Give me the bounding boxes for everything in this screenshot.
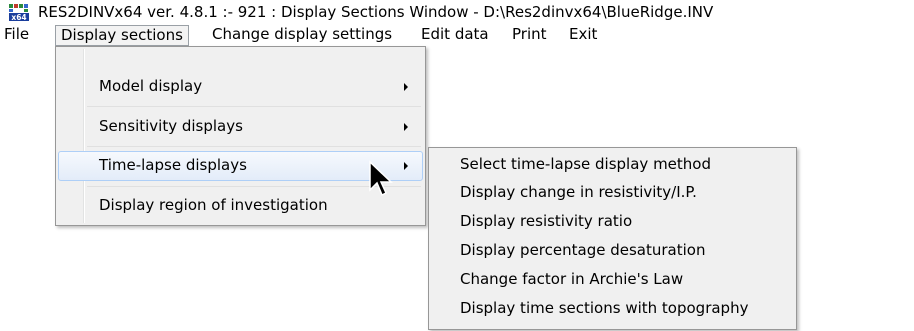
submenu-arrow-icon xyxy=(404,123,408,131)
mouse-cursor-icon xyxy=(369,160,393,197)
window-title: RES2DINVx64 ver. 4.8.1 :- 921 : Display … xyxy=(38,3,714,21)
menu-change-display-settings[interactable]: Change display settings xyxy=(212,25,392,46)
submenu-item-select-time-lapse-display-method[interactable]: Select time-lapse display method xyxy=(460,155,711,181)
submenu-item-display-percentage-desaturation[interactable]: Display percentage desaturation xyxy=(460,241,705,267)
menu-item-model-display[interactable]: Model display xyxy=(58,72,423,102)
submenu-arrow-icon xyxy=(404,83,408,91)
menu-separator xyxy=(87,146,421,147)
menu-print[interactable]: Print xyxy=(512,25,547,46)
menu-exit[interactable]: Exit xyxy=(569,25,597,46)
submenu-item-display-resistivity-ratio[interactable]: Display resistivity ratio xyxy=(460,212,632,238)
menu-bar: File Display sections Change display set… xyxy=(0,25,914,46)
submenu-item-display-change-in-resistivity[interactable]: Display change in resistivity/I.P. xyxy=(460,183,697,209)
title-bar: x64 RES2DINVx64 ver. 4.8.1 :- 921 : Disp… xyxy=(0,0,914,25)
submenu-item-display-time-sections-with-topography[interactable]: Display time sections with topography xyxy=(460,299,748,325)
submenu-item-change-factor-archies-law[interactable]: Change factor in Archie's Law xyxy=(460,270,683,296)
menu-item-label: Display region of investigation xyxy=(99,196,328,214)
menu-edit-data[interactable]: Edit data xyxy=(421,25,489,46)
menu-item-label: Sensitivity displays xyxy=(99,117,243,135)
menu-separator xyxy=(87,106,421,107)
time-lapse-submenu: Select time-lapse display method Display… xyxy=(428,147,797,330)
svg-text:x64: x64 xyxy=(11,13,26,21)
menu-item-label: Time-lapse displays xyxy=(99,156,247,174)
submenu-arrow-icon xyxy=(404,162,408,170)
app-icon: x64 xyxy=(9,4,29,21)
menu-item-label: Model display xyxy=(99,77,203,95)
menu-item-sensitivity-displays[interactable]: Sensitivity displays xyxy=(58,112,423,142)
menu-file[interactable]: File xyxy=(4,25,29,46)
menu-display-sections[interactable]: Display sections xyxy=(55,25,189,46)
